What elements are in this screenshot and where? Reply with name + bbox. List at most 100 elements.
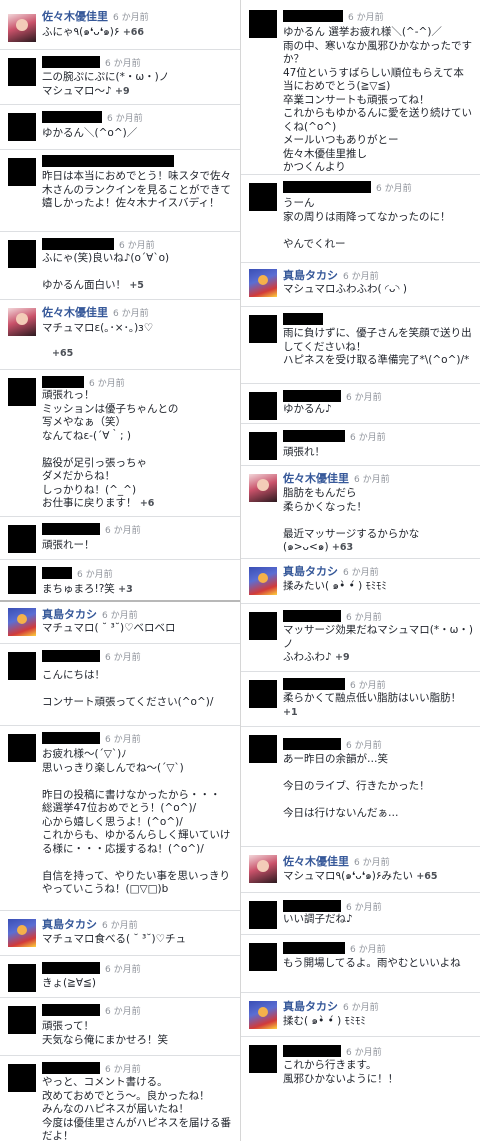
avatar[interactable] xyxy=(8,240,36,268)
avatar[interactable] xyxy=(249,855,277,883)
avatar[interactable] xyxy=(249,392,277,420)
avatar[interactable] xyxy=(8,525,36,553)
comment-item: 6 か月前 もう開場してるよ。雨やむといいよね xyxy=(241,935,480,993)
comment-text: 柔らかくて融点低い脂肪はいい脂肪！ +1 xyxy=(283,692,462,718)
avatar[interactable] xyxy=(249,1045,277,1073)
avatar[interactable] xyxy=(8,566,36,594)
commenter-name[interactable]: 佐々木優佳里 xyxy=(283,470,349,486)
avatar[interactable] xyxy=(249,680,277,708)
like-count: +9 xyxy=(335,652,350,663)
timestamp: 6 か月前 xyxy=(105,525,141,536)
comment-text: 頑張れっ！ ミッションは優子ちゃんとの 写メやなぁ（笑） なんてねε-(´∀｀;… xyxy=(42,389,179,509)
redacted-name xyxy=(283,900,341,912)
timestamp: 6 か月前 xyxy=(346,392,382,403)
redacted-name xyxy=(42,1004,100,1016)
redacted-name xyxy=(283,678,345,690)
comment-text: 昨日は本当におめでとう！味スタで佐々木さんのランクインを見ることができて嬉しかっ… xyxy=(42,170,231,209)
avatar[interactable] xyxy=(8,113,36,141)
comment-text: まちゅまろ!?笑 +3 xyxy=(42,583,133,595)
timestamp: 6 か月前 xyxy=(105,652,141,663)
like-count: +63 xyxy=(331,542,354,553)
comment-item: 6 か月前 きょ(≧∀≦) xyxy=(0,956,240,998)
comment-text: ふにゃ(笑)良いね♪(o´∀`o) ゆかるん面白い！ +5 xyxy=(42,252,170,291)
commenter-name[interactable]: 佐々木優佳里 xyxy=(42,8,108,24)
avatar[interactable] xyxy=(249,1001,277,1029)
like-count[interactable]: +65 xyxy=(52,348,73,359)
avatar[interactable] xyxy=(8,652,36,680)
avatar[interactable] xyxy=(8,608,36,636)
redacted-name xyxy=(42,1062,100,1074)
comment-item: 佐々木優佳里 6 か月前 ふにゃ٩(๑❛ᴗ❛๑)۶ +66 xyxy=(0,0,240,50)
comment-item: 6 か月前 ふにゃ(笑)良いね♪(o´∀`o) ゆかるん面白い！ +5 xyxy=(0,232,240,300)
avatar[interactable] xyxy=(249,612,277,640)
avatar[interactable] xyxy=(249,10,277,38)
comment-text: いい調子だね♪ xyxy=(283,913,353,925)
timestamp: 6 か月前 xyxy=(350,680,386,691)
comment-item: 6 か月前 頑張れ！ xyxy=(241,424,480,466)
comment-item: 6 か月前 頑張って！ 天気なら俺にまかせろ！笑 xyxy=(0,998,240,1056)
timestamp: 6 か月前 xyxy=(105,734,141,745)
like-count: +6 xyxy=(139,498,155,509)
avatar[interactable] xyxy=(8,964,36,992)
avatar[interactable] xyxy=(8,58,36,86)
avatar[interactable] xyxy=(249,315,277,343)
comment-item: 真島タカシ 6 か月前 マチュマロ( ˘ ³˘)♡ベロベロ xyxy=(0,602,240,644)
comment-text: ふにゃ٩(๑❛ᴗ❛๑)۶ +66 xyxy=(42,26,145,38)
avatar[interactable] xyxy=(8,308,36,336)
redacted-name xyxy=(283,430,345,442)
redacted-name xyxy=(283,10,343,22)
redacted-name xyxy=(283,610,341,622)
avatar[interactable] xyxy=(249,943,277,971)
comment-item: 6 か月前 二の腕ぷにぷに(*・ω・)ノ マシュマロ～♪ +9 xyxy=(0,50,240,105)
comment-item: 真島タカシ 6 か月前 マシュマロふわふわ( ◜ᴗ◝ ) xyxy=(241,263,480,307)
avatar[interactable] xyxy=(8,734,36,762)
commenter-name[interactable]: 真島タカシ xyxy=(283,267,338,283)
comments-column-right: 6 か月前 ゆかるん 選挙お疲れ様＼(^-^)／ 雨の中、寒いなか風邪ひかなかっ… xyxy=(241,0,480,1141)
comment-item: 6 か月前 うーん 家の周りは雨降ってなかったのに！ やんでくれー xyxy=(241,175,480,263)
avatar[interactable] xyxy=(8,378,36,406)
commenter-name[interactable]: 佐々木優佳里 xyxy=(283,853,349,869)
comment-item: 6 か月前 頑張れー！ xyxy=(0,517,240,560)
timestamp: 6 か月前 xyxy=(113,12,149,23)
comment-text: 頑張れ！ xyxy=(283,446,325,458)
like-count: +65 xyxy=(416,871,438,882)
avatar[interactable] xyxy=(249,567,277,595)
avatar[interactable] xyxy=(8,1006,36,1034)
avatar[interactable] xyxy=(8,14,36,42)
commenter-name[interactable]: 真島タカシ xyxy=(283,998,338,1014)
timestamp: 6 か月前 xyxy=(102,610,138,621)
avatar[interactable] xyxy=(249,269,277,297)
timestamp: 6 か月前 xyxy=(346,1047,382,1058)
redacted-name xyxy=(283,738,341,750)
avatar[interactable] xyxy=(8,158,36,186)
redacted-name xyxy=(42,56,100,68)
comment-item: 真島タカシ 6 か月前 マチュマロ食べる( ˘ ³˘)♡チュ xyxy=(0,911,240,956)
timestamp: 6 か月前 xyxy=(102,920,138,931)
timestamp: 6 か月前 xyxy=(105,1006,141,1017)
timestamp: 6 か月前 xyxy=(343,1002,379,1013)
avatar[interactable] xyxy=(249,432,277,460)
like-count: +5 xyxy=(129,280,144,291)
comment-item: 佐々木優佳里 6 か月前 マシュマロ٩(๑❛ᴗ❛๑)۶みたい +65 xyxy=(241,847,480,893)
avatar[interactable] xyxy=(8,1064,36,1092)
redacted-name xyxy=(42,732,100,744)
like-count: +1 xyxy=(283,706,298,718)
commenter-name[interactable]: 真島タカシ xyxy=(283,563,338,579)
timestamp: 6 か月前 xyxy=(119,240,155,251)
comment-text: 二の腕ぷにぷに(*・ω・)ノ マシュマロ～♪ +9 xyxy=(42,71,170,97)
comment-text: 脂肪をもんだら 柔らかくなった！ 最近マッサージするからかな (๑>ᴗ<๑) +… xyxy=(283,487,420,553)
commenter-name[interactable]: 佐々木優佳里 xyxy=(42,304,108,320)
timestamp: 6 か月前 xyxy=(350,944,386,955)
commenter-name[interactable]: 真島タカシ xyxy=(42,916,97,932)
avatar[interactable] xyxy=(249,901,277,929)
timestamp: 6 か月前 xyxy=(346,612,382,623)
avatar[interactable] xyxy=(249,474,277,502)
commenter-name[interactable]: 真島タカシ xyxy=(42,606,97,622)
comments-column-left: 佐々木優佳里 6 か月前 ふにゃ٩(๑❛ᴗ❛๑)۶ +66 6 か月前 二の腕ぷに… xyxy=(0,0,240,1141)
timestamp: 6 か月前 xyxy=(77,569,113,580)
comment-item: 6 か月前 ゆかるん 選挙お疲れ様＼(^-^)／ 雨の中、寒いなか風邪ひかなかっ… xyxy=(241,0,480,175)
avatar[interactable] xyxy=(249,183,277,211)
avatar[interactable] xyxy=(249,735,277,763)
redacted-name xyxy=(283,390,341,402)
avatar[interactable] xyxy=(8,919,36,947)
